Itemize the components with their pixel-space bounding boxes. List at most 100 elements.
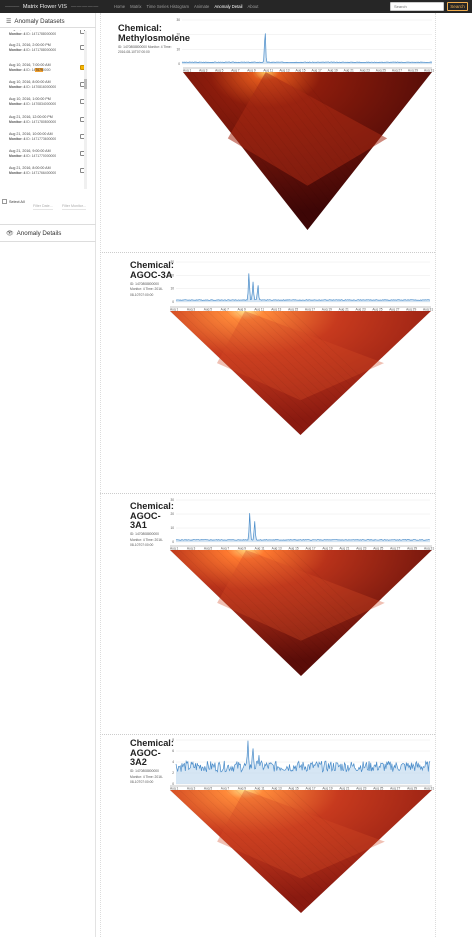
anomaly-meta: ID: 1470808800000	[130, 532, 159, 537]
heatmap-streak	[218, 71, 326, 208]
dataset-id: ID: 1470816000000	[26, 85, 57, 89]
nav-time-series-histogram[interactable]: Time Series Histogram	[147, 4, 189, 9]
dataset-list-item[interactable]: Aug 21, 2016, 8:00:00 AM Monitor: 4 ID: 1…	[9, 166, 87, 180]
x-tick-label: Aug 3	[187, 787, 196, 791]
heatmap-streak	[179, 789, 306, 909]
anomaly-datasets-title: Anomaly Datasets	[14, 18, 65, 25]
panel-separator	[100, 734, 435, 735]
x-tick-label: Aug 23	[360, 69, 370, 73]
filter-monitor-input[interactable]: Filter Monitor...	[62, 204, 86, 210]
heatmap-streak	[216, 789, 325, 892]
x-tick-label: Aug 17	[312, 69, 322, 73]
x-tick-label: Aug 23	[356, 547, 366, 551]
anomaly-details-title: Anomaly Details	[16, 230, 62, 237]
nav-anomaly-detail[interactable]: Anomaly Detail	[214, 4, 242, 9]
x-tick-label: Aug 9	[237, 308, 246, 312]
correlation-heatmap[interactable]	[170, 790, 432, 913]
select-all[interactable]: Select All	[2, 199, 25, 204]
eye-icon: 👁	[6, 231, 14, 237]
nav-animate[interactable]: Animate	[194, 4, 209, 9]
dataset-list-item[interactable]: Aug 10, 2016, 7:00:00 AM Monitor: 4 ID: 1…	[9, 63, 87, 77]
dataset-meta: Monitor: 4 ID: 1471773600000	[9, 137, 87, 141]
chemical-title-block: Chemical: AGOC-3A ID: 1470808800000 Monitor…	[130, 260, 250, 296]
divider	[0, 27, 96, 28]
x-tick-label: Aug 9	[247, 69, 256, 73]
dataset-date: Aug 21, 2016, 12:00:00 PM	[9, 115, 53, 119]
correlation-heatmap[interactable]	[170, 311, 431, 435]
anomaly-details-header[interactable]: 👁 Anomaly Details	[6, 230, 61, 237]
dataset-monitor: Monitor: 4	[9, 32, 27, 36]
x-tick-label: Aug 9	[238, 787, 247, 791]
correlation-heatmap[interactable]	[170, 550, 432, 676]
anomaly-meta: Monitor: 4 Time: 2016-	[130, 287, 163, 292]
x-tick-label: Aug 15	[289, 787, 299, 791]
x-tick-label: Aug 1	[170, 787, 179, 791]
scrollbar-thumb[interactable]	[84, 79, 87, 89]
dataset-monitor: Monitor: 4	[9, 137, 27, 141]
heatmap-highlight-region	[227, 72, 388, 186]
dataset-date: Aug 21, 2016, 8:00:00 AM	[9, 166, 51, 170]
chemical-title-block: Chemical: Methylosmolene ID: 1470808800000…	[118, 23, 238, 54]
dataset-list-item[interactable]: Aug 10, 2016, 8:00:00 AM Monitor: 4 ID: 1…	[9, 80, 87, 94]
x-tick-label: Aug 29	[406, 308, 416, 312]
heatmap-streak	[263, 549, 348, 632]
content-left-border	[100, 13, 101, 937]
nav-matrix[interactable]: Matrix	[130, 4, 141, 9]
nav-home[interactable]: Home	[114, 4, 125, 9]
x-tick-label: Aug 5	[204, 787, 213, 791]
heatmap-streak	[262, 71, 348, 180]
dataset-list-scrollbar[interactable]	[84, 31, 87, 189]
brand-dashes-right: — — — — —	[70, 3, 98, 10]
anomaly-meta: 08-10T07:00:00	[130, 780, 154, 785]
dataset-list-item[interactable]: Aug 21, 2016, 12:00:00 PM Monitor: 4 ID: …	[9, 115, 87, 129]
dataset-monitor: Monitor: 4	[9, 85, 27, 89]
heatmap-streak	[272, 549, 353, 627]
heatmap-streak	[235, 789, 334, 883]
anomaly-meta: ID: 1470808800000	[130, 769, 159, 774]
x-tick-label: Aug 13	[279, 69, 289, 73]
x-tick-label: Aug 27	[392, 69, 402, 73]
search-input[interactable]	[390, 2, 444, 11]
heatmap-streak	[235, 310, 334, 405]
x-tick-label: Aug 23	[356, 308, 366, 312]
dataset-meta: Monitor: 4 ID: 1471780800000	[9, 120, 87, 124]
anomaly-meta: Monitor: 4 Time: 2016-	[130, 774, 163, 779]
x-tick-label: Aug 19	[322, 547, 332, 551]
filter-date-input[interactable]: Filter Date...	[33, 204, 53, 210]
heatmap-streak	[182, 71, 308, 231]
dataset-list-item[interactable]: Aug 10, 2016, 1:00:00 PM Monitor: 4 ID: 1…	[9, 97, 87, 111]
dataset-id: ID: 1470834000000	[26, 102, 57, 106]
dataset-date: Aug 21, 2016, 10:00:00 AM	[9, 132, 53, 136]
search-button[interactable]: Search	[447, 2, 468, 11]
dataset-date: Aug 10, 2016, 8:00:00 AM	[9, 80, 51, 84]
heatmap-streak	[253, 71, 344, 186]
dataset-list-item[interactable]: Aug 21, 2016, 2:00:00 PMMonitor: 4 ID: 1…	[9, 43, 87, 57]
x-tick-label: Aug 13	[271, 308, 281, 312]
brand[interactable]: ——— Matrix Flower VIS — — — — —	[5, 4, 98, 10]
dataset-meta: Monitor: 4 ID: 1471788000000	[9, 48, 87, 52]
nav-about[interactable]: About	[247, 4, 258, 9]
dataset-list-item[interactable]: Aug 21, 2016, 2:00:00 PMMonitor: 4 ID: 1…	[9, 30, 87, 41]
heatmap-streak	[188, 789, 311, 905]
select-all-checkbox[interactable]	[2, 199, 7, 204]
heatmap-streak	[179, 310, 306, 431]
heatmap-streak	[263, 789, 348, 870]
dataset-list-item[interactable]: Aug 21, 2016, 9:00:00 AM Monitor: 4 ID: 1…	[9, 149, 87, 163]
dataset-list-item[interactable]: Aug 21, 2016, 10:00:00 AM Monitor: 4 ID: …	[9, 132, 87, 146]
dataset-id: ID: 1471766400000	[26, 171, 57, 175]
anomaly-datasets-header[interactable]: ☰ Anomaly Datasets	[6, 18, 65, 25]
heatmap-highlight-region	[217, 550, 385, 641]
heatmap-streak	[188, 549, 311, 668]
heatmap-streak	[169, 549, 302, 677]
x-tick-label: Aug 11	[255, 547, 265, 551]
dataset-list[interactable]: Aug 21, 2016, 2:00:00 PMMonitor: 4 ID: 1…	[6, 30, 89, 190]
heatmap-streak	[254, 549, 344, 636]
x-tick-label: Aug 7	[221, 308, 230, 312]
correlation-heatmap[interactable]	[183, 72, 432, 230]
heatmap-streak	[272, 310, 352, 387]
nav-links: Home Matrix Time Series Histogram Animat…	[114, 4, 259, 9]
heatmap-streak	[263, 310, 348, 391]
x-tick-label: Aug 25	[376, 69, 386, 73]
chemical-title: AGOC-	[130, 510, 161, 521]
x-tick-label: Aug 31	[424, 69, 434, 73]
